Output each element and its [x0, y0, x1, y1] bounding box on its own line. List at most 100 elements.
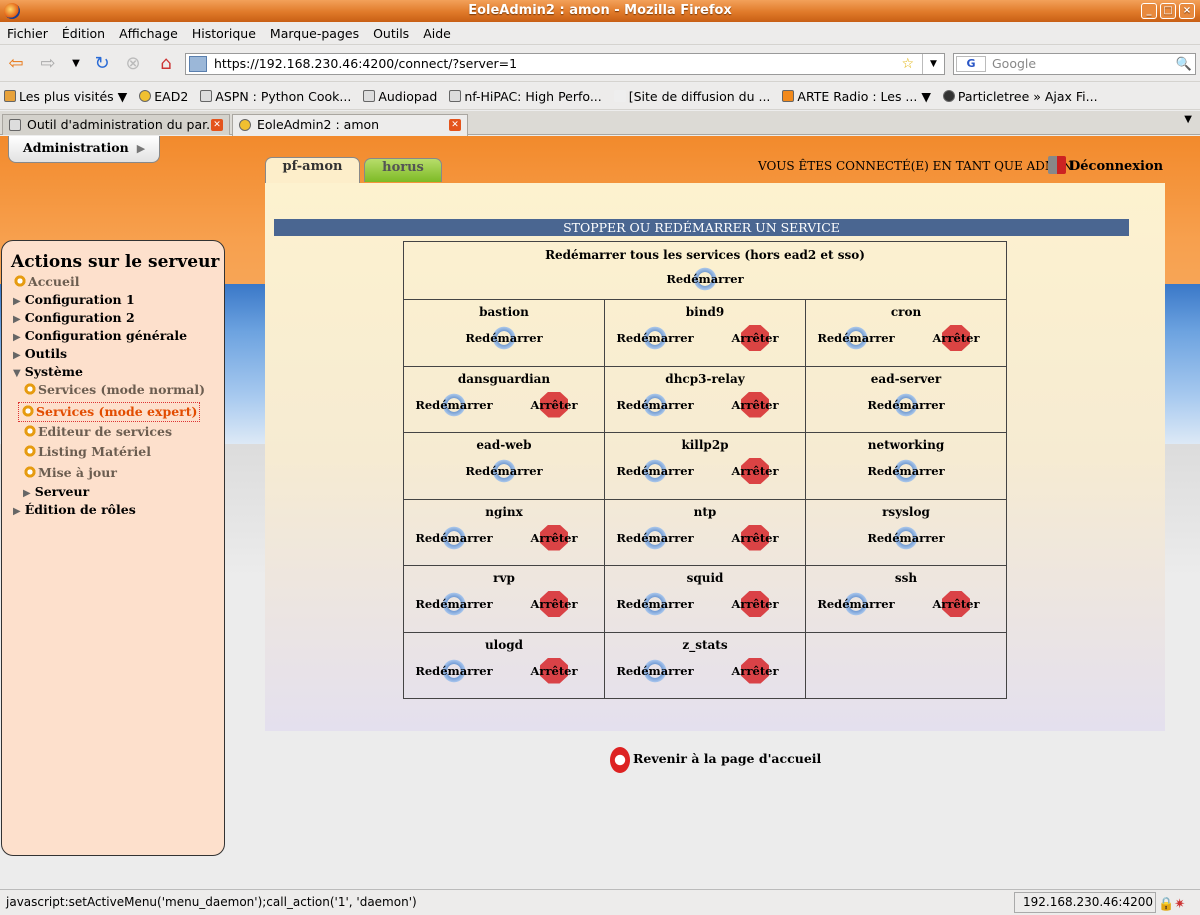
restart-button[interactable]: Redémarrer	[605, 657, 705, 684]
stop-label: Arrêter	[530, 663, 578, 678]
back-home-link[interactable]: Revenir à la page d'accueil	[610, 747, 821, 773]
menu-outils[interactable]: Outils	[366, 22, 416, 45]
stop-button[interactable]: Arrêter	[705, 524, 805, 551]
stop-button[interactable]: Arrêter	[705, 325, 805, 351]
restart-button[interactable]: Redémarrer	[404, 657, 504, 684]
sidebar-item[interactable]: ▶ Serveur	[23, 483, 89, 503]
browser-tab[interactable]: Outil d'administration du par... ✕	[2, 114, 230, 135]
stop-button[interactable]: Arrêter	[705, 458, 805, 484]
restart-button[interactable]: Redémarrer	[404, 591, 504, 617]
search-input[interactable]: G Google 🔍	[953, 53, 1196, 75]
bookmark-item[interactable]: [Site de diffusion du ...	[613, 83, 770, 110]
sidebar-item[interactable]: Services (mode expert)	[18, 402, 201, 422]
stop-button[interactable]: Arrêter	[705, 657, 805, 684]
stop-button[interactable]: Arrêter	[906, 591, 1006, 617]
restart-label: Redémarrer	[616, 397, 694, 412]
sidebar-item-label: Système	[24, 364, 83, 379]
tab-server-horus[interactable]: horus	[364, 158, 442, 182]
bookmark-star-icon[interactable]: ☆	[901, 54, 914, 74]
restart-button[interactable]: Redémarrer	[856, 458, 956, 484]
restart-button[interactable]: Redémarrer	[404, 391, 504, 418]
menu-marque-pages[interactable]: Marque-pages	[263, 22, 366, 45]
restart-button[interactable]: Redémarrer	[404, 524, 504, 551]
tab-server-pf-amon[interactable]: pf-amon	[265, 157, 360, 184]
minimize-icon[interactable]: _	[1141, 3, 1157, 19]
service-name: networking	[867, 438, 945, 452]
tab-list-dropdown-icon[interactable]: ▼	[1184, 114, 1192, 125]
service-cell: ead-web Redémarrer	[403, 432, 605, 500]
close-tab-icon[interactable]: ✕	[449, 119, 461, 131]
search-icon[interactable]: 🔍	[1176, 55, 1192, 75]
stop-button[interactable]: Arrêter	[504, 391, 604, 418]
sidebar-item[interactable]: Editeur de services	[23, 423, 172, 441]
restart-label: Redémarrer	[415, 597, 493, 611]
menu-edition[interactable]: Édition	[55, 22, 112, 45]
lock-icon[interactable]: 🔒	[1158, 897, 1174, 912]
restart-button[interactable]: Redémarrer	[605, 591, 705, 617]
logout-link[interactable]: Déconnexion	[1048, 156, 1163, 177]
browser-tab-active[interactable]: EoleAdmin2 : amon ✕	[232, 114, 468, 136]
menu-historique[interactable]: Historique	[185, 22, 263, 45]
close-icon[interactable]: ×	[1179, 3, 1195, 19]
sidebar-item[interactable]: ▶ Édition de rôles	[13, 501, 136, 521]
bookmark-item[interactable]: EAD2	[139, 83, 188, 110]
sidebar-item[interactable]: ▶ Configuration 1	[13, 291, 135, 311]
reload-icon[interactable]: ↻	[92, 54, 112, 74]
sidebar-item[interactable]: ▶ Configuration 2	[13, 309, 135, 329]
forward-arrow-icon[interactable]: ⇨	[38, 54, 58, 74]
stop-button[interactable]: Arrêter	[504, 591, 604, 617]
sidebar-item[interactable]: ▶ Outils	[13, 345, 67, 365]
url-dropdown-icon[interactable]: ▼	[922, 54, 944, 74]
sidebar-item[interactable]: Listing Matériel	[23, 443, 151, 461]
bookmark-item[interactable]: nf-HiPAC: High Perfo...	[449, 83, 602, 110]
sidebar-item[interactable]: Accueil	[13, 273, 79, 291]
stop-button[interactable]: Arrêter	[504, 524, 604, 551]
menu-affichage[interactable]: Affichage	[112, 22, 185, 45]
restart-button[interactable]: Redémarrer	[605, 325, 705, 351]
stop-button[interactable]: Arrêter	[705, 391, 805, 418]
triangle-right-icon: ▶	[23, 488, 31, 499]
restart-button[interactable]: Redémarrer	[605, 524, 705, 551]
home-icon[interactable]: ⌂	[156, 54, 176, 74]
restart-label: Redémarrer	[415, 530, 493, 545]
back-arrow-icon[interactable]: ⇦	[6, 54, 26, 74]
restart-all-button[interactable]: Redémarrer	[655, 266, 755, 292]
history-dropdown-icon[interactable]: ▼	[66, 54, 86, 74]
bookmark-item[interactable]: Audiopad	[363, 83, 437, 110]
bookmark-item[interactable]: Les plus visités ▼	[4, 83, 127, 110]
restart-button[interactable]: Redémarrer	[806, 591, 906, 617]
bookmark-item[interactable]: Particletree » Ajax Fi...	[942, 83, 1098, 110]
restart-button[interactable]: Redémarrer	[454, 325, 554, 351]
menu-fichier[interactable]: Fichier	[0, 22, 55, 45]
page-icon	[200, 90, 213, 102]
stop-button[interactable]: Arrêter	[705, 591, 805, 617]
stop-label: Arrêter	[932, 597, 980, 611]
restart-label: Redémarrer	[465, 331, 543, 345]
restart-button[interactable]: Redémarrer	[605, 391, 705, 418]
restart-button[interactable]: Redémarrer	[806, 325, 906, 351]
stop-button[interactable]: Arrêter	[906, 325, 1006, 351]
restart-button[interactable]: Redémarrer	[605, 458, 705, 484]
close-tab-icon[interactable]: ✕	[211, 119, 223, 131]
extension-icon[interactable]: ✷	[1174, 897, 1185, 912]
site-identity-icon[interactable]	[189, 56, 207, 72]
bookmark-item[interactable]: ARTE Radio : Les ... ▼	[782, 83, 931, 110]
bookmark-item[interactable]: ASPN : Python Cook...	[200, 83, 351, 110]
stop-icon[interactable]: ⊗	[123, 54, 143, 74]
administration-button[interactable]: Administration ▶	[8, 136, 160, 163]
service-name: ead-server	[870, 371, 942, 386]
menu-aide[interactable]: Aide	[416, 22, 458, 45]
restart-button[interactable]: Redémarrer	[856, 524, 956, 551]
url-bar[interactable]: https://192.168.230.46:4200/connect/?ser…	[185, 53, 945, 75]
sidebar-item[interactable]: Services (mode normal)	[23, 381, 205, 399]
stop-button[interactable]: Arrêter	[504, 657, 604, 684]
sidebar-item[interactable]: ▶ Configuration générale	[13, 327, 187, 347]
restart-button[interactable]: Redémarrer	[856, 391, 956, 418]
search-engine-icon[interactable]: G	[956, 56, 986, 72]
restart-button[interactable]: Redémarrer	[454, 458, 554, 484]
sidebar-item[interactable]: ▼ Système	[13, 363, 83, 383]
sidebar-item[interactable]: Mise à jour	[23, 464, 117, 482]
maximize-icon[interactable]: □	[1160, 3, 1176, 19]
sidebar-item-label: Outils	[24, 346, 67, 361]
antenna-icon	[613, 90, 626, 102]
